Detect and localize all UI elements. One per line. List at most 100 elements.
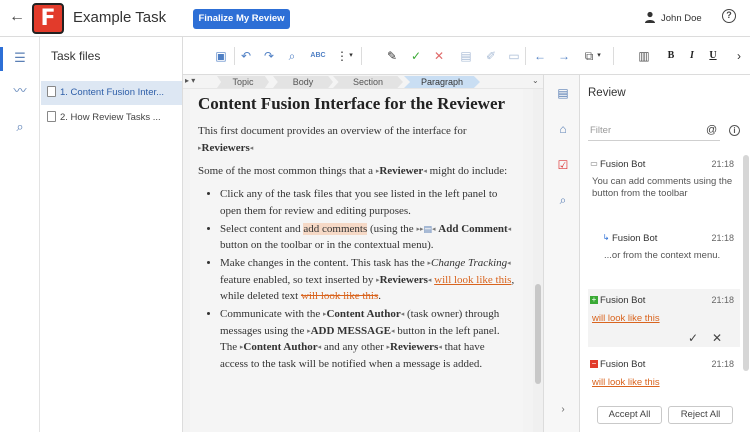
spell-check-icon[interactable]: ABC: [307, 49, 329, 63]
comment-card[interactable]: ▭ Fusion Bot 21:18 You can add comments …: [588, 153, 740, 213]
document-icon: [47, 86, 56, 97]
info-icon[interactable]: i: [729, 125, 740, 136]
active-indicator: [0, 47, 3, 71]
duplicate-icon[interactable]: ⧉: [582, 49, 596, 63]
remove-comment-icon[interactable]: ▭: [507, 49, 521, 63]
deletion-icon: −: [590, 359, 598, 368]
back-arrow-icon[interactable]: ←: [8, 8, 26, 26]
document-page[interactable]: Content Fusion Interface for the Reviewe…: [190, 89, 523, 432]
review-title: Review: [588, 87, 626, 99]
bold-button[interactable]: B: [665, 49, 677, 63]
task-file-item[interactable]: 2. How Review Tasks ...: [41, 106, 182, 130]
comment-text: You can add comments using the button fr…: [592, 176, 733, 199]
reply-comment-icon[interactable]: ✐: [484, 49, 498, 63]
side-view-tabs: ▤ ⌂ ☑ ⌕ ›: [543, 75, 580, 432]
document-heading: Content Fusion Interface for the Reviewe…: [198, 94, 506, 113]
save-icon[interactable]: ▣: [214, 49, 228, 63]
tag-icon[interactable]: ⌂: [555, 121, 571, 137]
review-panel: Review Filter @ i ▭ Fusion Bot 21:18 You…: [580, 75, 750, 432]
list-item: Click any of the task files that you see…: [220, 186, 515, 219]
chevron-right-icon[interactable]: ›: [733, 49, 745, 63]
previous-change-icon[interactable]: ←: [533, 49, 547, 63]
cursor-icon: ▸ ▾: [185, 76, 196, 85]
chevron-down-icon[interactable]: ⌄: [532, 76, 539, 85]
undo-icon[interactable]: ↶: [239, 49, 253, 63]
element-breadcrumb: ▸ ▾ Topic Body Section Paragraph ⌄: [183, 75, 543, 89]
paragraph: This first document provides an overview…: [198, 125, 467, 154]
change-time: 21:18: [711, 295, 734, 305]
review-scrollbar[interactable]: [743, 155, 749, 371]
inserted-text[interactable]: will look like this: [434, 274, 511, 286]
comment-icon: ▭: [590, 159, 598, 168]
reject-icon[interactable]: ✕: [712, 331, 722, 345]
list-item: Make changes in the content. This task h…: [220, 255, 515, 305]
deleted-text[interactable]: will look like this: [301, 290, 378, 302]
editor-toolbar: ▣ ↶ ↷ ⌕ ABC ⋮ ▾ ✎ ✓ ✕ ▤ ✐ ▭ ← → ⧉ ▾ ▥ B …: [183, 37, 750, 75]
list-item: Communicate with the ▸Content Author◂ (t…: [220, 306, 515, 372]
task-checklist-icon[interactable]: ☑: [555, 157, 571, 173]
reject-all-button[interactable]: Reject All: [668, 406, 733, 424]
next-change-icon[interactable]: →: [557, 49, 571, 63]
task-list-icon[interactable]: ☰: [12, 50, 28, 66]
page-layout-icon[interactable]: ▥: [637, 49, 651, 63]
search-replace-icon[interactable]: ⌕: [555, 192, 571, 208]
user-icon: [645, 11, 655, 23]
scrollbar-thumb[interactable]: [535, 284, 541, 384]
left-icon-rail: ☰ 〰 ⌕: [0, 37, 40, 432]
task-files-title: Task files: [51, 49, 101, 63]
italic-button[interactable]: I: [686, 49, 698, 63]
redo-icon[interactable]: ↷: [262, 49, 276, 63]
reply-author: Fusion Bot: [612, 233, 658, 244]
reply-time: 21:18: [711, 233, 734, 243]
chevron-down-icon[interactable]: ▾: [347, 49, 355, 63]
comment-author: Fusion Bot: [600, 159, 646, 170]
search-document-icon[interactable]: ⌕: [12, 119, 28, 135]
task-file-item[interactable]: 1. Content Fusion Inter...: [41, 81, 182, 105]
change-time: 21:18: [711, 359, 734, 369]
underline-button[interactable]: U: [707, 49, 719, 63]
reject-change-icon[interactable]: ✕: [432, 49, 446, 63]
document-editor[interactable]: Content Fusion Interface for the Reviewe…: [183, 89, 543, 432]
user-menu[interactable]: John Doe: [644, 11, 702, 24]
bullet-list: Click any of the task files that you see…: [220, 186, 515, 372]
help-icon[interactable]: ?: [722, 9, 736, 23]
breadcrumb-paragraph[interactable]: Paragraph: [404, 76, 480, 88]
task-file-label: 1. Content Fusion Inter...: [60, 87, 165, 98]
search-icon[interactable]: ⌕: [285, 49, 299, 63]
mention-filter-icon[interactable]: @: [706, 124, 717, 136]
breadcrumb-topic[interactable]: Topic: [217, 76, 269, 88]
insertion-icon: +: [590, 295, 598, 304]
activity-chart-icon[interactable]: 〰: [12, 83, 28, 99]
reply-icon: ↳: [602, 233, 610, 242]
task-files-panel: Task files 1. Content Fusion Inter... 2.…: [40, 37, 183, 432]
breadcrumb-body[interactable]: Body: [273, 76, 333, 88]
list-item: Select content and add comments (using t…: [220, 221, 515, 254]
accept-change-icon[interactable]: ✓: [409, 49, 423, 63]
breadcrumb-section[interactable]: Section: [333, 76, 403, 88]
accept-icon[interactable]: ✓: [688, 331, 698, 345]
collapse-panel-icon[interactable]: ›: [555, 402, 571, 418]
accept-all-button[interactable]: Accept All: [597, 406, 662, 424]
reply-card[interactable]: ↳ Fusion Bot 21:18 ...or from the contex…: [600, 227, 740, 269]
comment-icon: ▤: [423, 223, 432, 234]
edit-comment-icon[interactable]: ▤: [459, 49, 473, 63]
user-name: John Doe: [661, 13, 702, 24]
paragraph: Some of the most common things that a ▸R…: [198, 165, 508, 177]
comment-time: 21:18: [711, 159, 734, 169]
insertion-card[interactable]: + Fusion Bot 21:18 will look like this ✓…: [588, 289, 740, 347]
filter-input[interactable]: Filter: [588, 121, 720, 141]
change-text: will look like this: [592, 377, 660, 388]
editor-scrollbar[interactable]: [533, 89, 543, 432]
deletion-card[interactable]: − Fusion Bot 21:18 will look like this: [588, 353, 740, 395]
commented-text[interactable]: add comments: [303, 222, 368, 235]
chevron-down-icon[interactable]: ▾: [595, 49, 603, 63]
change-author: Fusion Bot: [600, 359, 646, 370]
app-logo: F: [32, 3, 64, 34]
change-author: Fusion Bot: [600, 295, 646, 306]
track-changes-icon[interactable]: ✎: [385, 49, 399, 63]
app-header: ← F Example Task Finalize My Review John…: [0, 0, 750, 37]
finalize-review-button[interactable]: Finalize My Review: [193, 9, 290, 29]
task-file-label: 2. How Review Tasks ...: [60, 112, 161, 123]
document-icon: [47, 111, 56, 122]
review-comments-icon[interactable]: ▤: [555, 85, 571, 101]
